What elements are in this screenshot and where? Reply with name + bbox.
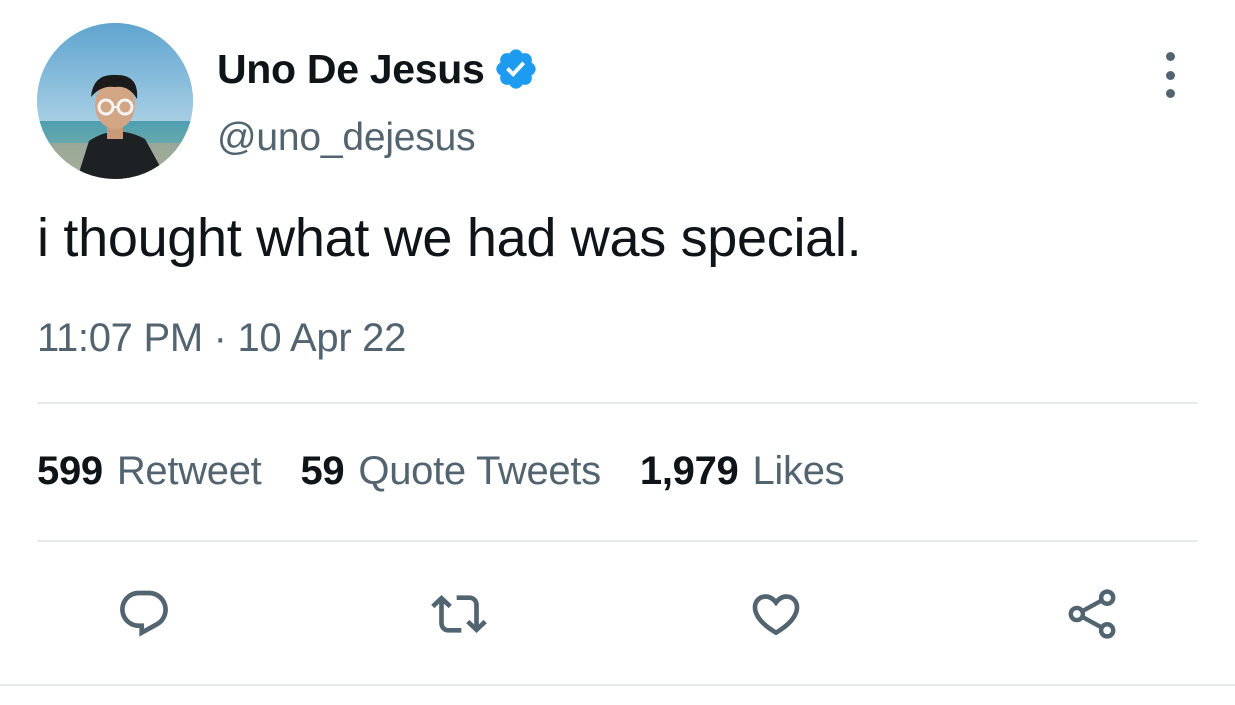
likes-label: Likes [752, 449, 845, 493]
engagement-stats: 599 Retweet 59 Quote Tweets 1,979 Likes [37, 449, 883, 494]
quote-tweets-stat[interactable]: 59 Quote Tweets [300, 449, 601, 494]
verified-badge-icon [493, 46, 539, 92]
more-options-button[interactable] [1150, 52, 1190, 98]
reply-icon [120, 590, 168, 637]
quote-tweets-label: Quote Tweets [358, 449, 601, 493]
author-handle[interactable]: @uno_dejesus [217, 116, 476, 160]
likes-count: 1,979 [639, 449, 739, 493]
retweet-stat[interactable]: 599 Retweet [37, 449, 262, 494]
like-icon [752, 594, 800, 636]
share-button[interactable] [1064, 586, 1120, 642]
author-name-row: Uno De Jesus [217, 44, 539, 94]
more-dot-icon [1165, 52, 1175, 61]
tweet-detail: Uno De Jesus @uno_dejesus i thought what… [0, 0, 1235, 705]
like-button[interactable] [748, 586, 804, 642]
author-display-name[interactable]: Uno De Jesus [217, 46, 485, 93]
likes-stat[interactable]: 1,979 Likes [640, 449, 845, 494]
retweet-label: Retweet [116, 449, 262, 493]
tweet-text: i thought what we had was special. [37, 208, 862, 268]
quote-tweets-count: 59 [300, 449, 345, 493]
avatar[interactable] [37, 23, 193, 179]
reply-button[interactable] [116, 586, 172, 642]
avatar-photo [37, 23, 193, 179]
retweet-count: 599 [37, 449, 103, 493]
retweet-icon [431, 595, 487, 633]
divider [0, 684, 1235, 686]
tweet-timestamp[interactable]: 11:07 PM · 10 Apr 22 [37, 316, 406, 361]
divider [37, 540, 1198, 542]
retweet-button[interactable] [431, 586, 487, 642]
more-dot-icon [1165, 70, 1175, 80]
share-icon [1068, 589, 1116, 639]
divider [37, 402, 1198, 404]
more-dot-icon [1165, 89, 1175, 98]
